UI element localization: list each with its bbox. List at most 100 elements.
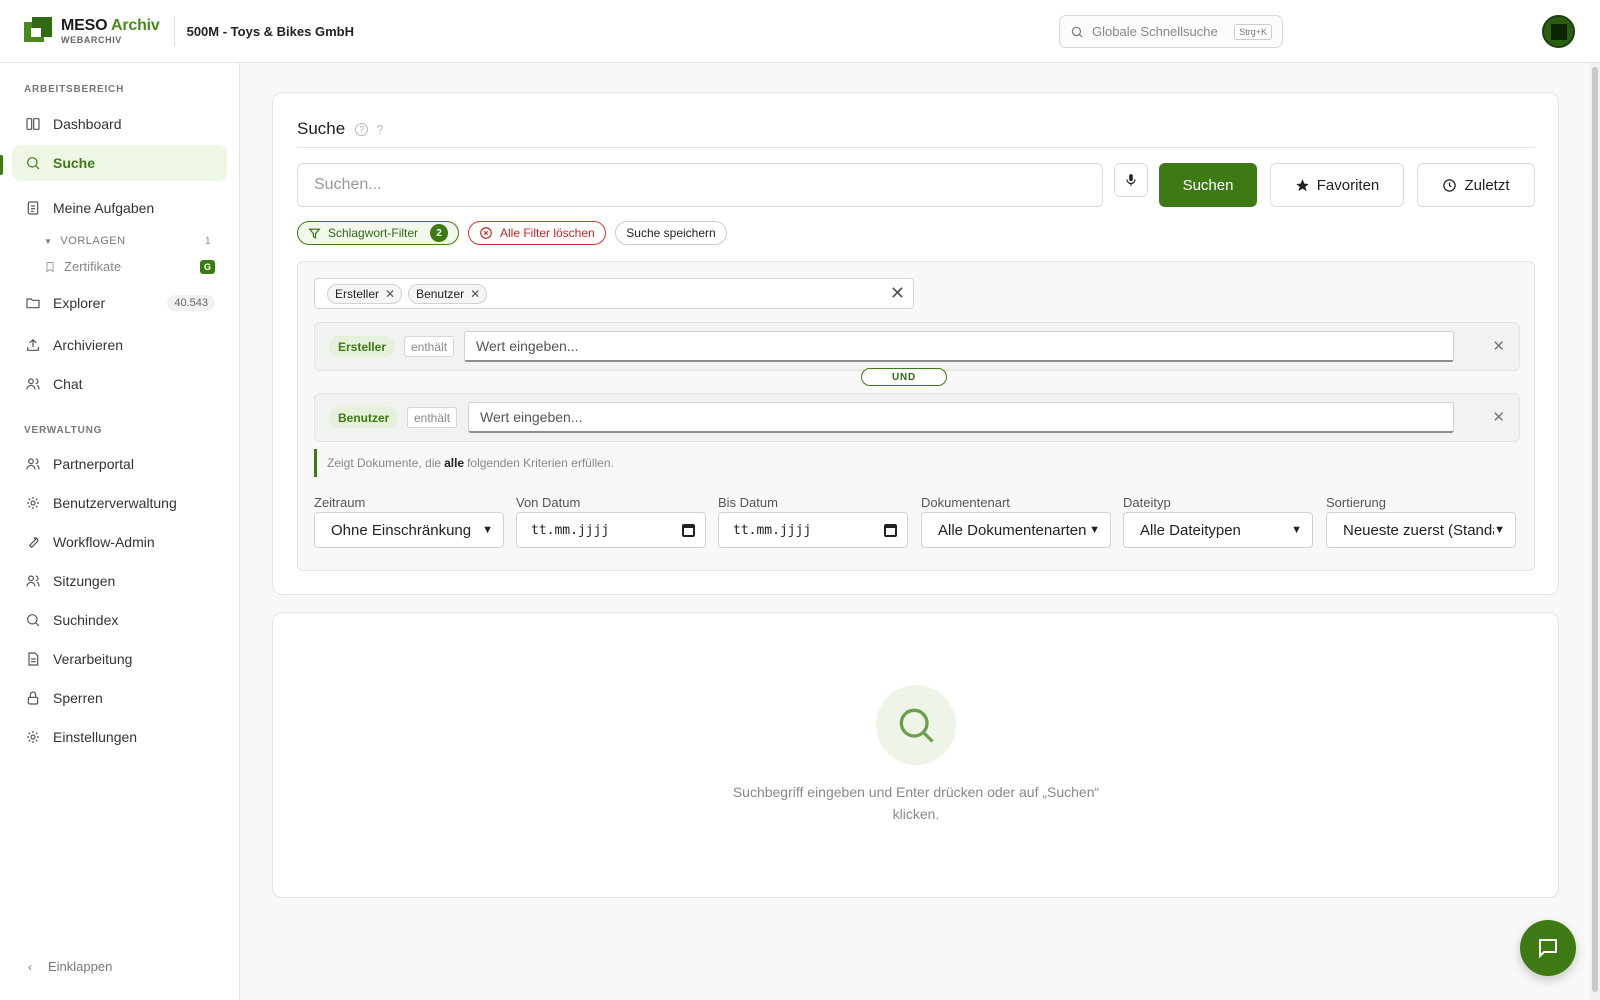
users-icon [26,458,40,470]
voice-search-button[interactable] [1114,163,1148,197]
dashboard-icon [26,118,40,130]
filter-panel: Ersteller ✕ Benutzer ✕ ✕ Ersteller enthält… [297,261,1535,571]
chevron-down-icon: ▼ [1089,524,1100,536]
bookmark-icon [46,261,54,272]
app-logo[interactable]: MESO Archiv WEBARCHIV [24,17,160,45]
sidebar-item-einstellungen[interactable]: Einstellungen [12,719,227,755]
wrench-icon [28,537,39,549]
criterion-operator[interactable]: enthält [404,336,455,357]
clear-tags-icon[interactable]: ✕ [890,284,905,302]
document-icon [28,652,39,666]
sidebar-item-explorer[interactable]: Explorer 40.543 [12,285,227,321]
label-dateityp: Dateityp [1123,495,1171,510]
x-circle-icon [480,227,492,239]
page-scrollbar[interactable] [1590,63,1600,1000]
criteria-hint: Zeigt Dokumente, die alle folgenden Kriter… [314,449,614,477]
chevron-left-icon: ‹ [28,959,32,974]
search-icon [27,614,40,627]
sidebar-item-sperren[interactable]: Sperren [12,680,227,716]
lock-icon [27,691,39,705]
sidebar-item-suche[interactable]: Suche [12,145,227,181]
message-icon [1539,939,1557,959]
criterion-operator[interactable]: enthält [407,407,458,428]
logo-title: MESO Archiv [61,16,160,34]
close-icon[interactable]: ✕ [470,287,480,301]
page-title: Suche ? ? [297,119,384,138]
upload-icon [27,338,39,351]
zertifikate-badge: G [200,260,215,274]
chevron-down-icon: ▼ [44,236,53,246]
sidebar-item-archivieren[interactable]: Archivieren [12,327,227,363]
sidebar-item-suchindex[interactable]: Suchindex [12,602,227,638]
label-bis-datum: Bis Datum [718,495,778,510]
filter-count-badge: 2 [430,224,448,242]
search-input[interactable]: Suchen... [297,163,1103,207]
section-workspace: ARBEITSBEREICH [24,84,125,95]
search-icon [1071,26,1083,38]
chevron-down-icon: ▼ [1291,524,1302,536]
file-type-select[interactable]: Alle Dateitypen ▼ [1123,512,1313,548]
sidebar: ARBEITSBEREICH Dashboard Suche Meine Auf… [0,63,240,1000]
sidebar-item-aufgaben[interactable]: Meine Aufgaben [12,190,227,226]
sidebar-item-sitzungen[interactable]: Sitzungen [12,563,227,599]
empty-state-message: Suchbegriff eingeben und Enter drücken o… [732,784,1100,822]
to-date-input[interactable]: tt.mm.jjjj [718,512,908,548]
gear-icon [27,497,39,509]
collapse-sidebar-button[interactable]: ‹ Einklappen [28,959,112,974]
criterion-field: Ersteller [329,336,396,357]
tag-benutzer[interactable]: Benutzer ✕ [408,283,488,304]
explorer-count: 40.543 [167,295,215,311]
sidebar-item-verarbeitung[interactable]: Verarbeitung [12,641,227,677]
search-card: Suche ? ? Suchen... Suchen Favoriten Zul… [272,92,1559,595]
close-icon[interactable]: ✕ [385,287,395,301]
top-bar: MESO Archiv WEBARCHIV 500M - Toys & Bike… [0,0,1600,63]
clear-filters-chip[interactable]: Alle Filter löschen [468,221,606,245]
zeitraum-select[interactable]: Ohne Einschränkung ▼ [314,512,504,548]
label-dokumentenart: Dokumentenart [921,495,1010,510]
search-button[interactable]: Suchen [1159,163,1257,207]
calendar-icon [884,523,897,537]
logo-subtitle: WEBARCHIV [61,34,122,45]
criterion-value-input[interactable]: Wert eingeben... [468,402,1454,433]
active-indicator [0,155,3,175]
label-zeitraum: Zeitraum [314,495,366,510]
section-admin: VERWALTUNG [24,425,103,436]
help-question-icon[interactable]: ? [376,122,383,137]
sidebar-item-partnerportal[interactable]: Partnerportal [12,446,227,482]
from-date-input[interactable]: tt.mm.jjjj [516,512,706,548]
criterion-field: Benutzer [329,407,399,428]
sidebar-group-vorlagen[interactable]: ▼ VORLAGEN [44,235,126,247]
tag-selector[interactable]: Ersteller ✕ Benutzer ✕ ✕ [314,278,914,309]
global-search-input[interactable]: Globale Schnellsuche Strg+K [1059,15,1283,48]
results-card: Suchbegriff eingeben und Enter drücken o… [272,612,1559,898]
tag-ersteller[interactable]: Ersteller ✕ [327,283,403,304]
filter-icon [308,228,321,239]
microphone-icon [1126,174,1136,186]
sidebar-item-chat[interactable]: Chat [12,366,227,402]
remove-criterion-icon[interactable]: ✕ [1492,408,1505,426]
sidebar-item-dashboard[interactable]: Dashboard [12,106,227,142]
sidebar-item-zertifikate[interactable]: Zertifikate [44,259,121,274]
help-circle-icon[interactable]: ? [355,122,369,136]
chat-fab-button[interactable] [1520,920,1576,976]
title-divider [297,147,1535,148]
chevron-down-icon: ▼ [1494,524,1505,536]
logic-connector[interactable]: UND [861,368,947,386]
users-icon [26,378,40,390]
document-type-select[interactable]: Alle Dokumentenarten ▼ [921,512,1111,548]
criterion-value-input[interactable]: Wert eingeben... [464,331,1454,362]
sidebar-item-benutzerverwaltung[interactable]: Benutzerverwaltung [12,485,227,521]
favorites-button[interactable]: Favoriten [1270,163,1404,207]
folder-icon [26,298,40,309]
header-divider [173,16,175,46]
user-avatar[interactable] [1542,15,1575,48]
search-icon [876,685,956,765]
criterion-row: Benutzer enthält Wert eingeben... ✕ [314,393,1520,442]
sidebar-item-workflow[interactable]: Workflow-Admin [12,524,227,560]
save-search-chip[interactable]: Suche speichern [615,221,727,245]
tenant-name: 500M - Toys & Bikes GmbH [186,23,354,39]
recent-button[interactable]: Zuletzt [1417,163,1535,207]
keyword-filter-chip[interactable]: Schlagwort-Filter 2 [297,221,459,245]
remove-criterion-icon[interactable]: ✕ [1492,337,1505,355]
sort-select[interactable]: Neueste zuerst (Standard)▼ [1326,512,1516,548]
